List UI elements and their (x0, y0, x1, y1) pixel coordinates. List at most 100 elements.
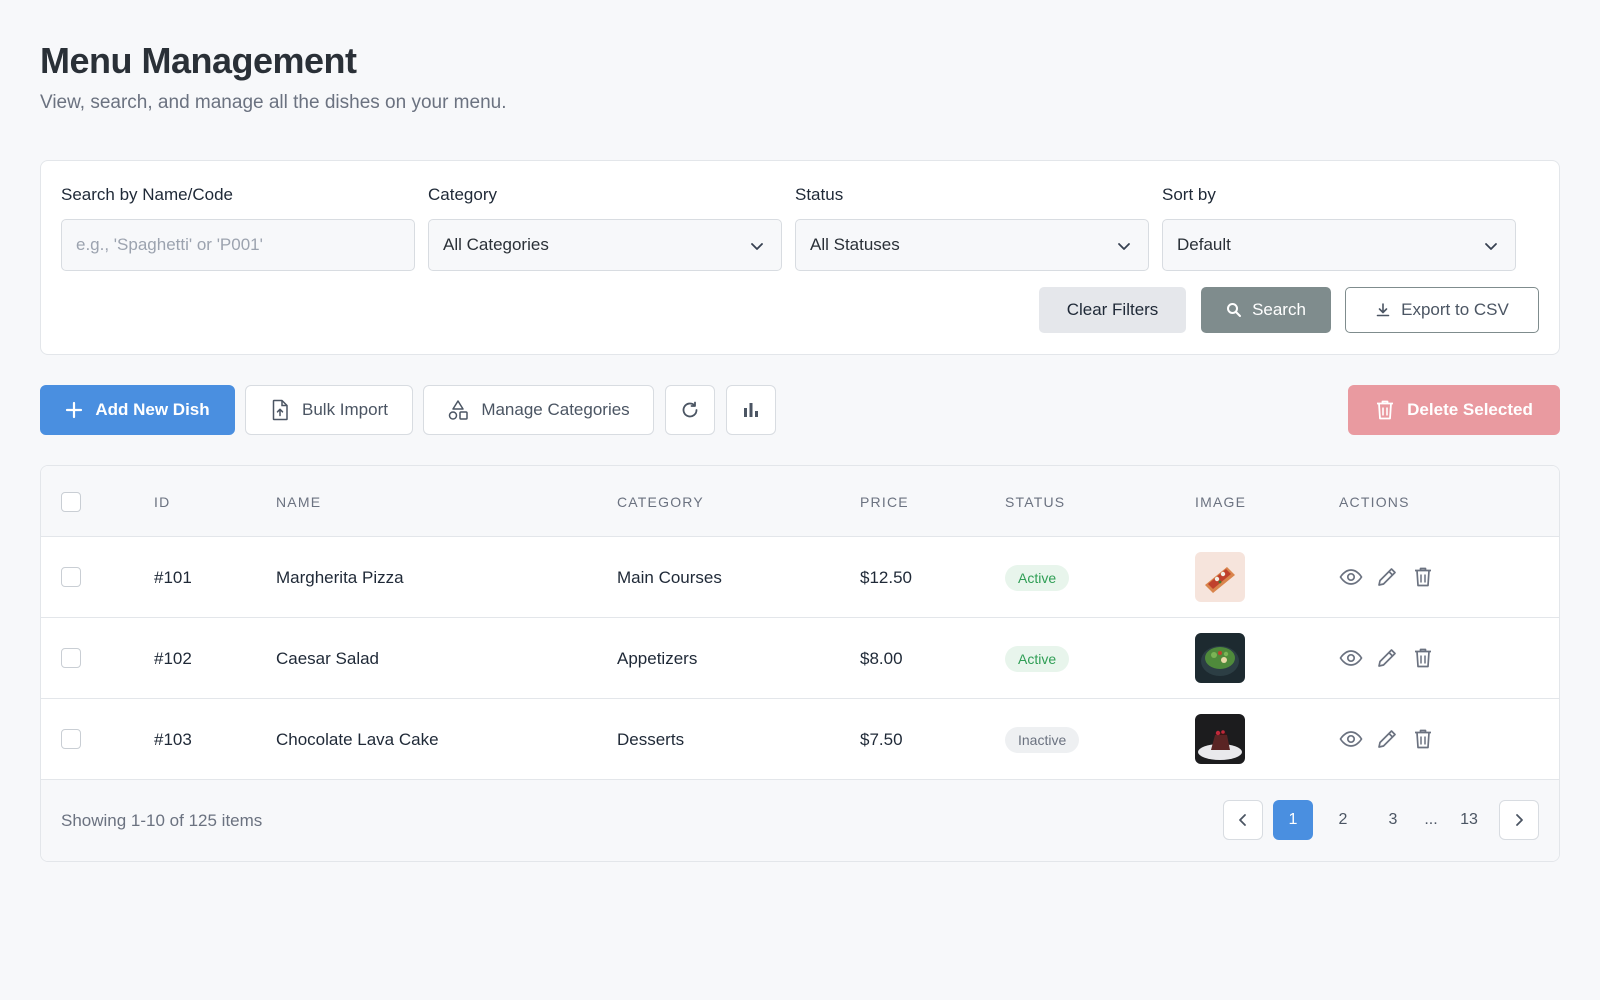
category-select-value: All Categories (443, 235, 549, 254)
row-actions (1339, 565, 1435, 589)
status-field: Status All Statuses (795, 185, 1149, 271)
category-select[interactable]: All Categories (428, 219, 782, 271)
shapes-icon (449, 400, 469, 420)
plus-icon (66, 401, 83, 419)
dish-image-salad (1195, 633, 1245, 683)
bar-chart-icon (744, 403, 758, 417)
row-checkbox[interactable] (61, 648, 81, 668)
table-row[interactable]: #101 Margherita Pizza Main Courses $12.5… (41, 537, 1559, 618)
status-badge: Inactive (1005, 727, 1080, 753)
trash-icon (1377, 400, 1394, 420)
column-header-price[interactable]: PRICE (860, 494, 909, 510)
download-icon (1376, 303, 1390, 317)
table-footer: Showing 1-10 of 125 items 1 2 3 ... 13 (41, 780, 1559, 861)
sort-select[interactable]: Default (1162, 219, 1516, 271)
pagination: 1 2 3 ... 13 (1223, 800, 1539, 840)
page-title: Menu Management (40, 40, 357, 81)
column-header-category[interactable]: CATEGORY (617, 494, 704, 510)
sort-field: Sort by Default (1162, 185, 1516, 271)
delete-icon[interactable] (1411, 727, 1435, 751)
edit-icon[interactable] (1375, 646, 1399, 670)
chevron-down-icon (1118, 243, 1130, 250)
page-3-button[interactable]: 3 (1373, 800, 1413, 840)
edit-icon[interactable] (1375, 565, 1399, 589)
cell-name: Margherita Pizza (276, 568, 404, 587)
pagination-summary: Showing 1-10 of 125 items (61, 811, 263, 830)
delete-selected-label: Delete Selected (1407, 400, 1533, 419)
chevron-right-icon (1516, 814, 1523, 826)
search-label: Search by Name/Code (61, 185, 233, 204)
bulk-import-button[interactable]: Bulk Import (245, 385, 413, 435)
row-actions (1339, 727, 1435, 751)
status-select[interactable]: All Statuses (795, 219, 1149, 271)
export-csv-label: Export to CSV (1401, 300, 1509, 319)
view-icon[interactable] (1339, 646, 1363, 670)
search-button[interactable]: Search (1201, 287, 1331, 333)
column-header-name[interactable]: NAME (276, 494, 321, 510)
table-row[interactable]: #103 Chocolate Lava Cake Desserts $7.50 … (41, 699, 1559, 780)
cell-id: #101 (154, 568, 192, 587)
delete-icon[interactable] (1411, 565, 1435, 589)
table-header: ID NAME CATEGORY PRICE STATUS IMAGE ACTI… (41, 466, 1559, 537)
export-csv-button[interactable]: Export to CSV (1345, 287, 1539, 333)
status-select-value: All Statuses (810, 235, 900, 254)
manage-categories-button[interactable]: Manage Categories (423, 385, 654, 435)
table-row[interactable]: #102 Caesar Salad Appetizers $8.00 Activ… (41, 618, 1559, 699)
column-header-id[interactable]: ID (154, 494, 170, 510)
edit-icon[interactable] (1375, 727, 1399, 751)
search-button-label: Search (1252, 300, 1306, 319)
search-field: Search by Name/Code e.g., 'Spaghetti' or… (61, 185, 415, 271)
pagination-ellipsis: ... (1424, 811, 1438, 828)
cell-price: $12.50 (860, 568, 912, 587)
previous-page-button[interactable] (1223, 800, 1263, 840)
category-label: Category (428, 185, 497, 204)
search-icon (1227, 303, 1242, 317)
cell-name: Caesar Salad (276, 649, 380, 668)
select-all-checkbox[interactable] (61, 492, 81, 512)
status-badge: Active (1005, 565, 1070, 591)
clear-filters-button[interactable]: Clear Filters (1039, 287, 1186, 333)
status-badge: Active (1005, 646, 1070, 672)
statistics-button[interactable] (726, 385, 776, 435)
page-1-button[interactable]: 1 (1273, 800, 1313, 840)
page-2-button[interactable]: 2 (1323, 800, 1363, 840)
cell-id: #103 (154, 730, 192, 749)
sort-select-value: Default (1177, 235, 1231, 254)
column-header-image: IMAGE (1195, 494, 1247, 510)
action-toolbar: Add New Dish Bulk Import Manage Categori… (40, 385, 1560, 435)
view-icon[interactable] (1339, 565, 1363, 589)
cell-category: Main Courses (617, 568, 722, 587)
refresh-button[interactable] (665, 385, 715, 435)
delete-icon[interactable] (1411, 646, 1435, 670)
sort-label: Sort by (1162, 185, 1216, 204)
dish-image-cake (1195, 714, 1245, 764)
row-checkbox[interactable] (61, 729, 81, 749)
chevron-down-icon (1485, 243, 1497, 250)
cell-category: Appetizers (617, 649, 698, 668)
view-icon[interactable] (1339, 727, 1363, 751)
bulk-import-label: Bulk Import (302, 400, 388, 419)
status-label: Status (795, 185, 844, 204)
next-page-button[interactable] (1499, 800, 1539, 840)
filter-panel: Search by Name/Code e.g., 'Spaghetti' or… (40, 160, 1560, 355)
page-13-button[interactable]: 13 (1449, 800, 1489, 840)
add-new-dish-button[interactable]: Add New Dish (40, 385, 235, 435)
row-checkbox[interactable] (61, 567, 81, 587)
chevron-left-icon (1239, 814, 1246, 826)
refresh-icon (682, 401, 698, 418)
dishes-table: ID NAME CATEGORY PRICE STATUS IMAGE ACTI… (40, 465, 1560, 862)
cell-name: Chocolate Lava Cake (276, 730, 439, 749)
cell-price: $8.00 (860, 649, 903, 668)
add-new-dish-label: Add New Dish (95, 400, 210, 419)
dish-image-pizza (1195, 552, 1245, 602)
column-header-status[interactable]: STATUS (1005, 494, 1065, 510)
search-input[interactable]: e.g., 'Spaghetti' or 'P001' (61, 219, 415, 271)
delete-selected-button[interactable]: Delete Selected (1348, 385, 1560, 435)
cell-category: Desserts (617, 730, 685, 749)
page-subtitle: View, search, and manage all the dishes … (40, 92, 507, 113)
clear-filters-label: Clear Filters (1066, 300, 1159, 319)
column-header-actions: ACTIONS (1339, 494, 1410, 510)
cell-id: #102 (154, 649, 192, 668)
chevron-down-icon (751, 243, 763, 250)
category-field: Category All Categories (428, 185, 782, 271)
